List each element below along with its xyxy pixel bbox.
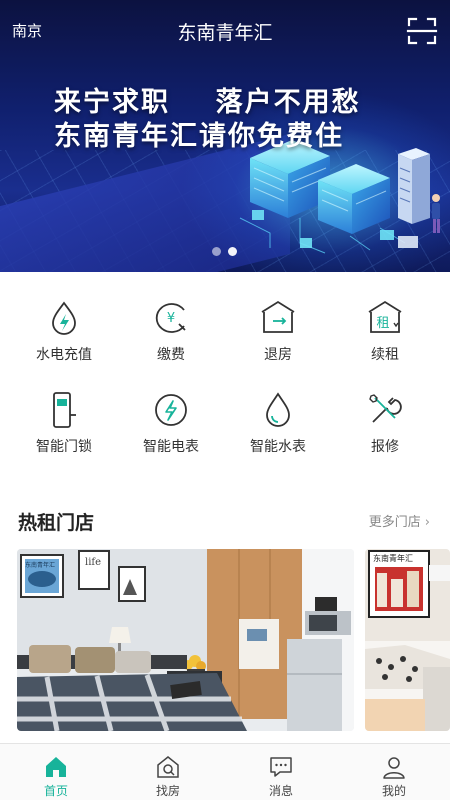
nav-label: 找房 — [155, 784, 180, 798]
find-house-icon — [157, 756, 179, 778]
store-card[interactable]: 东南青年汇 life — [17, 549, 354, 731]
top-bar: 南京 东南青年汇 — [0, 0, 450, 62]
store-photo: 东南青年汇 — [365, 549, 450, 731]
nav-label: 首页 — [43, 784, 68, 798]
hero-banner[interactable]: 南京 东南青年汇 来宁求职 落户不用愁 东南青年汇请你免费住 — [0, 0, 450, 272]
service-grid: 水电充值 ¥ 缴费 退房 租 续租 智能门锁 智能电表 智能水表 报修 — [0, 290, 450, 470]
renew-lease-icon: 租 — [368, 300, 402, 333]
service-smart-water-meter[interactable]: 智能水表 — [222, 382, 334, 462]
home-icon — [46, 757, 66, 777]
service-repair[interactable]: 报修 — [329, 382, 441, 462]
service-label: 退房 — [264, 347, 292, 363]
smart-lock-icon — [53, 392, 76, 428]
service-smart-lock[interactable]: 智能门锁 — [8, 382, 120, 462]
service-label: 智能门锁 — [36, 439, 92, 455]
frame-text: life — [85, 557, 101, 568]
electric-meter-icon — [155, 394, 187, 426]
banner-pagination — [210, 247, 240, 257]
nav-messages[interactable]: 消息 — [225, 744, 337, 800]
more-stores-link[interactable]: 更多门店 › — [369, 511, 430, 530]
chevron-right-icon: › — [424, 515, 430, 530]
store-photo: 东南青年汇 life — [17, 549, 354, 731]
nav-home[interactable]: 首页 — [0, 744, 112, 800]
service-water-electric-recharge[interactable]: 水电充值 — [8, 290, 120, 370]
repair-icon — [369, 394, 402, 423]
service-label: 缴费 — [157, 347, 185, 363]
pagination-dot-active[interactable] — [228, 247, 237, 256]
service-pay[interactable]: ¥ 缴费 — [115, 290, 227, 370]
water-meter-icon — [266, 392, 290, 427]
nav-label: 消息 — [268, 784, 293, 798]
bottom-navigation: 首页 找房 消息 我的 — [0, 743, 450, 800]
service-checkout[interactable]: 退房 — [222, 290, 334, 370]
service-label: 水电充值 — [36, 347, 92, 363]
pagination-dot[interactable] — [212, 247, 221, 256]
message-icon — [270, 757, 292, 777]
hot-stores-header: 热租门店 更多门店 › — [0, 500, 450, 540]
water-electric-icon — [52, 301, 76, 335]
nav-profile[interactable]: 我的 — [338, 744, 450, 800]
service-label: 智能电表 — [143, 439, 199, 455]
service-label: 报修 — [371, 439, 399, 455]
poster-text: 东南青年汇 — [25, 561, 55, 569]
scan-icon[interactable] — [406, 16, 438, 46]
yuan-symbol: ¥ — [167, 311, 175, 326]
app-title: 东南青年汇 — [177, 22, 273, 44]
poster-text: 东南青年汇 — [373, 553, 413, 563]
yuan-pay-icon: ¥ — [155, 303, 186, 333]
store-card[interactable]: 东南青年汇 — [365, 549, 450, 731]
nav-find-house[interactable]: 找房 — [112, 744, 224, 800]
checkout-icon — [261, 300, 295, 333]
service-label: 智能水表 — [250, 439, 306, 455]
profile-icon — [383, 757, 405, 779]
service-renew-lease[interactable]: 租 续租 — [329, 290, 441, 370]
section-title: 热租门店 — [18, 512, 95, 534]
service-label: 续租 — [371, 347, 399, 363]
more-stores-label: 更多门店 — [368, 515, 421, 530]
service-smart-electric-meter[interactable]: 智能电表 — [115, 382, 227, 462]
renew-char: 租 — [376, 316, 389, 331]
nav-label: 我的 — [381, 784, 406, 798]
banner-headline-2: 东南青年汇请你免费住 — [54, 121, 344, 152]
